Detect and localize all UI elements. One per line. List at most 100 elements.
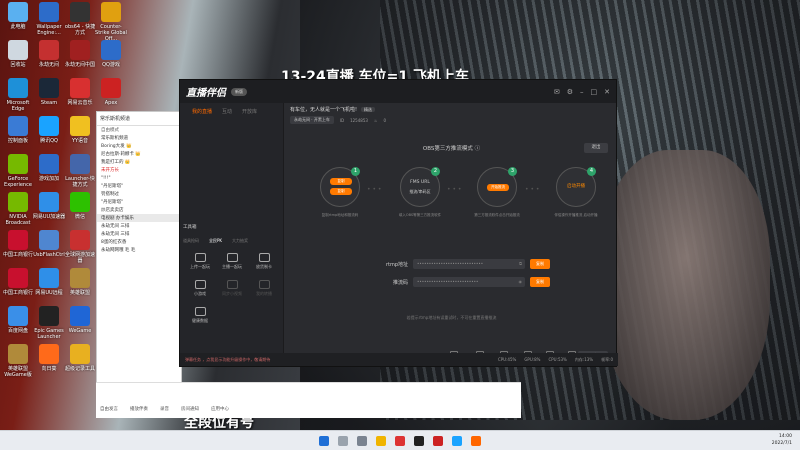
channel-item[interactable]: "丹尼斯塔" [97,198,181,206]
step-4-number: 4 [587,167,596,176]
tool-item[interactable]: 主播一起玩 [216,253,248,270]
desktop-icon[interactable]: YY语音 [63,116,97,144]
channel-item[interactable]: 电视剧 办卡娱乐 [97,214,181,222]
channel-item[interactable]: 罚搭制过 [97,190,181,198]
desktop-icon[interactable]: Launcher-快捷方式 [63,154,97,188]
desktop-icon[interactable]: QQ游戏 [94,40,128,68]
room-title[interactable]: 永劫无间 · 开黑上车 [290,116,334,124]
channel-item[interactable]: 尼古拉斯·莉娜卡 👑 [97,150,181,158]
left-tab[interactable]: 我的直播 [192,108,212,115]
explorer-icon[interactable] [376,435,386,446]
desktop-icon[interactable]: 网易UU加速器 [32,192,66,220]
toolbox-tab[interactable]: 道具抢码 [183,238,199,244]
taskbar: 14:00 2022/7/1 [0,430,800,450]
desktop-icon[interactable]: 永劫无间 [32,40,66,68]
room-notice[interactable]: 有车位，无人就是一个飞机啦! [290,107,357,113]
copy-icon[interactable]: ⧉ [519,259,522,269]
live-companion-window: 直播伴侣 新版 ✉ ⚙ – □ ✕ 我的直播 互动 开放库 工具箱 道具抢码 全民PK… [179,79,618,367]
minimize-icon[interactable]: – [580,88,584,96]
desktop-icon[interactable]: NVIDIA Broadcast [1,192,35,226]
channel-item[interactable]: "丹尼斯塔" [97,182,181,190]
toolbox-tab[interactable]: 全民PK [209,238,222,244]
tool-item[interactable]: 健康数据 [184,307,216,324]
left-tab[interactable]: 互动 [222,108,232,115]
desktop-icon[interactable]: 回收站 [1,40,35,68]
tool-item[interactable]: 上传一起玩 [184,253,216,270]
key-copy-button[interactable]: 复制 [530,277,550,287]
companion-icon[interactable] [471,435,481,446]
close-icon[interactable]: ✕ [604,88,610,96]
desktop-icon[interactable]: Wallpaper Engine:... [32,2,66,36]
maximize-icon[interactable]: □ [591,88,598,96]
channel-item[interactable]: 永劫网网哦 毛 毛 [97,246,181,254]
desktop-icon[interactable]: 超级记录工具 [63,344,97,372]
copy-pill-1[interactable]: 复制 [330,178,352,185]
chat-toolbar-item[interactable]: 录音 [160,406,169,412]
desktop-icon[interactable]: 永劫无间中国 [63,40,97,68]
tool-item[interactable]: 小游戏 [184,280,216,297]
desktop-icon-label: UsbFlashCtrl [33,252,65,258]
desktop-icon[interactable]: 中国工商银行 [1,268,35,296]
channel-item[interactable]: 8蛋的红衣香 [97,238,181,246]
channel-item[interactable]: 永劫无间 三排 [97,230,181,238]
channel-item[interactable]: 炒店卖卖店 [97,206,181,214]
copy-pill-2[interactable]: 复制 [330,188,352,195]
channel-item[interactable]: 永劫无间 三排 [97,222,181,230]
version-badge[interactable]: 新版 [231,87,247,96]
desktop-icon[interactable]: 中国工商银行 [1,230,35,258]
step-2-label: FMS URL [410,180,430,185]
tool-item[interactable]: 我的转播 [248,280,280,297]
search-icon[interactable] [338,435,348,446]
desktop-icon[interactable]: 百度网盘 [1,306,35,334]
taskview-icon[interactable] [357,435,367,446]
channel-item[interactable]: Boring大发 👑 [97,142,181,150]
desktop-icon[interactable]: 向日葵 [32,344,66,372]
chat-toolbar-item[interactable]: 播放伴奏 [130,406,148,412]
desktop-icon[interactable]: UsbFlashCtrl [32,230,66,258]
qq-icon[interactable] [452,435,462,446]
key-input[interactable]: •••••••••••••••••••••••••• ◉ [413,277,525,287]
desktop-icon[interactable]: WeGame [63,306,97,334]
exit-button[interactable]: 退出 [584,143,608,153]
desktop-icon[interactable]: 微信 [63,192,97,220]
app-icon[interactable] [395,435,405,446]
desktop-icon[interactable]: 游戏加加 [32,154,66,182]
desktop-icon[interactable]: GeForce Experience [1,154,35,188]
channel-item[interactable]: 常乐斯机频道 [97,134,181,142]
desktop-icon[interactable]: obs64 - 快捷方式 [63,2,97,36]
channel-item[interactable]: 我是打工的 👑 [97,158,181,166]
start-icon[interactable] [319,435,329,446]
chat-toolbar-item[interactable]: 房间通知 [181,406,199,412]
netease-icon[interactable] [433,435,443,446]
tool-item[interactable]: 同步小视频 [216,280,248,297]
eye-icon[interactable]: ◉ [519,277,523,287]
desktop-icon[interactable]: 此电脑 [1,2,35,30]
desktop-icon[interactable]: Epic Games Launcher [32,306,66,340]
rtmp-input[interactable]: •••••••••••••••••••••••••••• ⧉ [413,259,525,269]
desktop-icon[interactable]: 网易云音乐 [63,78,97,106]
left-tab[interactable]: 开放库 [242,108,257,115]
desktop-icon[interactable]: Counter-Strike Global Off... [94,2,128,42]
channel-item[interactable]: "!!!" [97,174,181,182]
desktop-icon[interactable]: 控制面板 [1,116,35,144]
desktop-icon[interactable]: 腾讯QQ [32,116,66,144]
desktop-icon[interactable]: Apex [94,78,128,106]
chat-mode[interactable]: 自由模式 [97,126,181,134]
channel-item[interactable]: 未开方长 [97,166,181,174]
desktop-icon[interactable]: Steam [32,78,66,106]
tool-item[interactable]: 放货制卡 [248,253,280,270]
rtmp-copy-button[interactable]: 复制 [530,259,550,269]
wegame-icon[interactable] [414,435,424,446]
desktop-icon[interactable]: 全球网游加速器 [63,230,97,264]
desktop-icon[interactable]: Microsoft Edge [1,78,35,112]
chat-toolbar-item[interactable]: 自由发言 [100,406,118,412]
settings-icon[interactable]: ⚙ [567,88,573,96]
chat-toolbar-item[interactable]: 应用中心 [211,406,229,412]
status-notice[interactable]: 弹幕任务 ，点我显示功能升级操作中，敬请期待 [185,357,270,363]
desktop-icon[interactable]: 英雄联盟WeGame版 [1,344,35,378]
desktop-icon[interactable]: 英雄联盟 [63,268,97,296]
message-icon[interactable]: ✉ [554,88,560,96]
step-2-number: 2 [431,167,440,176]
desktop-icon[interactable]: 网易UU远程 [32,268,66,296]
toolbox-tab[interactable]: 大力抽奖 [232,238,248,244]
